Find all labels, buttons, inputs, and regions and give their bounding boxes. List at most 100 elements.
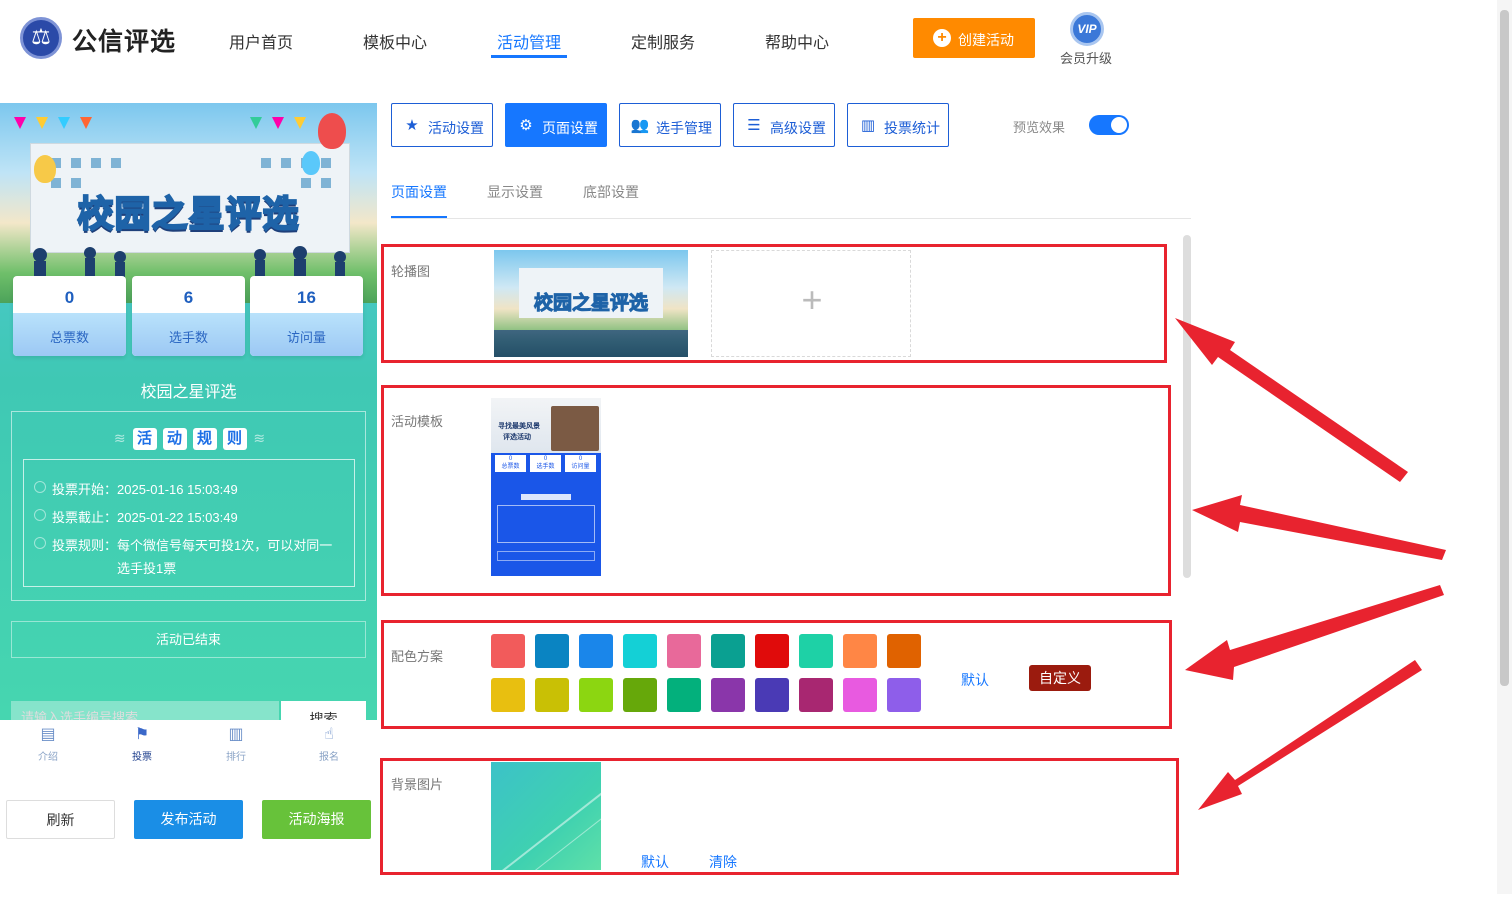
- refresh-button[interactable]: 刷新: [6, 800, 115, 839]
- preview-tab-signup[interactable]: ☝ 报名: [299, 726, 359, 763]
- color-swatch[interactable]: [667, 678, 701, 712]
- star-icon: ★: [405, 117, 419, 134]
- preview-banner-image: 校园之星评选: [0, 103, 377, 303]
- bar-chart-icon: ▥: [228, 726, 244, 743]
- color-default-link[interactable]: 默认: [961, 670, 989, 690]
- create-activity-button[interactable]: + 创建活动: [913, 18, 1035, 58]
- gear-icon: ⚙: [519, 117, 533, 134]
- vip-icon[interactable]: VIP: [1070, 12, 1104, 46]
- background-label: 背景图片: [391, 777, 444, 792]
- subtab-divider: [391, 218, 1191, 219]
- color-swatch[interactable]: [887, 678, 921, 712]
- preview-search-button[interactable]: 搜索: [281, 701, 366, 720]
- logo-icon: [20, 17, 62, 59]
- color-swatch[interactable]: [799, 678, 833, 712]
- preview-toggle-switch[interactable]: [1089, 115, 1129, 135]
- color-swatch[interactable]: [623, 678, 657, 712]
- color-swatch[interactable]: [711, 678, 745, 712]
- rule-end-time: 投票截止：2025-01-22 15:03:49: [52, 510, 238, 525]
- subtab-page-settings[interactable]: 页面设置: [391, 182, 447, 202]
- bar-chart-icon: ▥: [860, 117, 876, 134]
- color-scheme-label: 配色方案: [391, 649, 444, 664]
- color-swatch[interactable]: [667, 634, 701, 668]
- carousel-label: 轮播图: [391, 264, 431, 279]
- color-swatch[interactable]: [491, 634, 525, 668]
- color-swatch[interactable]: [491, 678, 525, 712]
- preview-banner-title: 校园之星评选: [76, 192, 300, 235]
- contestant-management-button[interactable]: 👥 选手管理: [619, 103, 721, 147]
- activity-ended-banner: 活动已结束: [11, 621, 366, 658]
- create-activity-label: 创建活动: [958, 32, 1014, 48]
- rule-voting-policy-cont: 选手投1票: [117, 561, 177, 576]
- color-swatch[interactable]: [887, 634, 921, 668]
- template-thumb[interactable]: 寻找最美风景 评选活动 0 总票数 0 选手数 0 访问量: [491, 398, 601, 591]
- color-swatch[interactable]: [799, 634, 833, 668]
- nav-templates[interactable]: 模板中心: [363, 29, 427, 53]
- mobile-preview: 校园之星评选 0 总票数 6 选手数 16 访问量 校园之星评选 ≋ 活动规则 …: [0, 103, 377, 720]
- preview-tab-vote[interactable]: ⚑ 投票: [112, 726, 172, 763]
- annotation-arrow: [1198, 660, 1422, 810]
- color-custom-button[interactable]: 自定义: [1029, 665, 1091, 691]
- sliders-icon: ☰: [747, 117, 761, 134]
- color-swatch[interactable]: [711, 634, 745, 668]
- background-clear-link[interactable]: 清除: [709, 852, 737, 872]
- stat-visits: 16 访问量: [250, 276, 363, 356]
- color-swatch[interactable]: [535, 678, 569, 712]
- color-swatch[interactable]: [579, 678, 613, 712]
- subtab-active-indicator: [391, 216, 447, 218]
- top-header: 公信评选 用户首页 模板中心 活动管理 定制服务 帮助中心 + 创建活动 VIP…: [0, 0, 1512, 80]
- preview-toggle-label: 预览效果: [1013, 120, 1066, 135]
- template-thumb-title1: 寻找最美风景: [498, 423, 540, 430]
- rule-start-time: 投票开始：2025-01-16 15:03:49: [52, 482, 238, 497]
- nav-active-indicator: [491, 55, 567, 58]
- vote-statistics-button[interactable]: ▥ 投票统计: [847, 103, 949, 147]
- publish-activity-button[interactable]: 发布活动: [134, 800, 243, 839]
- clock-icon: [34, 481, 46, 493]
- nav-custom-service[interactable]: 定制服务: [631, 29, 695, 53]
- preview-bottom-tabs: ▤ 介绍 ⚑ 投票 ▥ 排行 ☝ 报名: [0, 720, 377, 775]
- info-icon: [34, 537, 46, 549]
- color-swatch[interactable]: [755, 634, 789, 668]
- preview-tab-ranking[interactable]: ▥ 排行: [206, 726, 266, 763]
- balloon-icon: [318, 113, 346, 149]
- preview-search-input[interactable]: 请输入选手编号搜索: [11, 701, 279, 720]
- vip-upgrade-link[interactable]: 会员升级: [1060, 48, 1112, 67]
- color-swatch[interactable]: [623, 634, 657, 668]
- page-scrollbar[interactable]: [1497, 0, 1512, 894]
- rules-content: 投票开始：2025-01-16 15:03:49 投票截止：2025-01-22…: [23, 459, 355, 587]
- balloon-icon: [34, 155, 56, 183]
- color-swatch[interactable]: [579, 634, 613, 668]
- advanced-settings-button[interactable]: ☰ 高级设置: [733, 103, 835, 147]
- page-settings-button[interactable]: ⚙ 页面设置: [505, 103, 607, 147]
- annotation-arrows: [1175, 318, 1446, 810]
- rules-panel: ≋ 活动规则 ≋ 投票开始：2025-01-16 15:03:49 投票截止：2…: [11, 411, 366, 601]
- preview-activity-title: 校园之星评选: [140, 384, 237, 401]
- clock-icon: [34, 509, 46, 521]
- brand-name: 公信评选: [72, 28, 177, 56]
- color-swatch[interactable]: [843, 634, 877, 668]
- stat-value: 0: [64, 288, 75, 307]
- nav-home[interactable]: 用户首页: [229, 29, 293, 53]
- background-default-link[interactable]: 默认: [641, 852, 669, 872]
- color-swatch[interactable]: [755, 678, 789, 712]
- nav-help-center[interactable]: 帮助中心: [765, 29, 829, 53]
- stat-contestants: 6 选手数: [132, 276, 245, 356]
- subtab-display-settings[interactable]: 显示设置: [487, 182, 543, 202]
- subtab-footer-settings[interactable]: 底部设置: [583, 182, 639, 202]
- annotation-arrow: [1185, 585, 1444, 680]
- color-swatch[interactable]: [535, 634, 569, 668]
- annotation-arrow: [1192, 495, 1446, 560]
- carousel-image-thumb[interactable]: 校园之星评选: [494, 250, 688, 357]
- activity-poster-button[interactable]: 活动海报: [262, 800, 371, 839]
- nav-activity-management[interactable]: 活动管理: [497, 29, 561, 53]
- activity-settings-button[interactable]: ★ 活动设置: [391, 103, 493, 147]
- users-icon: 👥: [630, 117, 650, 134]
- color-swatch[interactable]: [843, 678, 877, 712]
- background-image-thumb[interactable]: [491, 762, 601, 870]
- stat-value: 6: [183, 288, 194, 307]
- document-icon: ▤: [40, 726, 56, 743]
- stat-total-votes: 0 总票数: [13, 276, 126, 356]
- stat-label: 访问量: [286, 330, 326, 345]
- preview-tab-intro[interactable]: ▤ 介绍: [18, 726, 78, 763]
- carousel-add-image-button[interactable]: [711, 250, 912, 357]
